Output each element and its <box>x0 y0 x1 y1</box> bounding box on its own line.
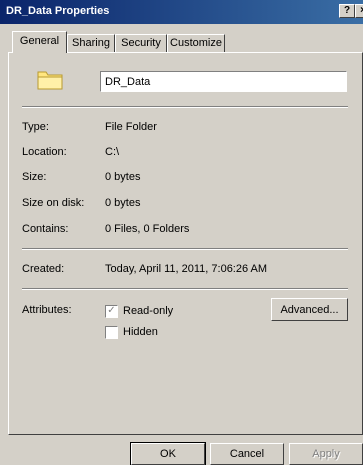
help-button[interactable]: ? <box>339 4 355 18</box>
tab-sharing[interactable]: Sharing <box>67 34 115 52</box>
tab-security[interactable]: Security <box>115 34 167 52</box>
folder-name-input[interactable] <box>100 71 347 92</box>
tab-general[interactable]: General <box>12 31 67 53</box>
hidden-label[interactable]: Hidden <box>123 326 158 338</box>
separator <box>22 248 348 250</box>
contains-label: Contains: <box>22 223 69 235</box>
size-value: 0 bytes <box>105 171 141 183</box>
separator <box>22 288 348 290</box>
ok-button[interactable]: OK <box>130 442 206 465</box>
cancel-button[interactable]: Cancel <box>210 443 284 465</box>
close-button[interactable]: × <box>355 4 363 18</box>
created-value: Today, April 11, 2011, 7:06:26 AM <box>105 263 268 275</box>
separator <box>22 106 348 108</box>
contains-value: 0 Files, 0 Folders <box>105 223 190 235</box>
location-label: Location: <box>22 146 67 158</box>
folder-icon <box>37 71 63 90</box>
tab-customize[interactable]: Customize <box>167 34 225 52</box>
location-value: C:\ <box>105 146 120 158</box>
readonly-label[interactable]: Read-only <box>123 305 173 317</box>
type-label: Type: <box>22 121 49 133</box>
readonly-checkbox[interactable]: ✓ <box>105 305 118 318</box>
hidden-checkbox[interactable] <box>105 326 118 339</box>
size-on-disk-label: Size on disk: <box>22 197 85 209</box>
tab-panel-general <box>8 52 363 435</box>
title-bar: DR_Data Properties ? × <box>0 0 363 24</box>
window-title: DR_Data Properties <box>6 5 110 17</box>
type-value: File Folder <box>105 121 157 133</box>
size-on-disk-value: 0 bytes <box>105 197 141 209</box>
apply-button[interactable]: Apply <box>289 443 363 465</box>
attributes-label: Attributes: <box>22 304 72 316</box>
advanced-button[interactable]: Advanced... <box>271 298 348 321</box>
size-label: Size: <box>22 171 47 183</box>
created-label: Created: <box>22 263 65 275</box>
